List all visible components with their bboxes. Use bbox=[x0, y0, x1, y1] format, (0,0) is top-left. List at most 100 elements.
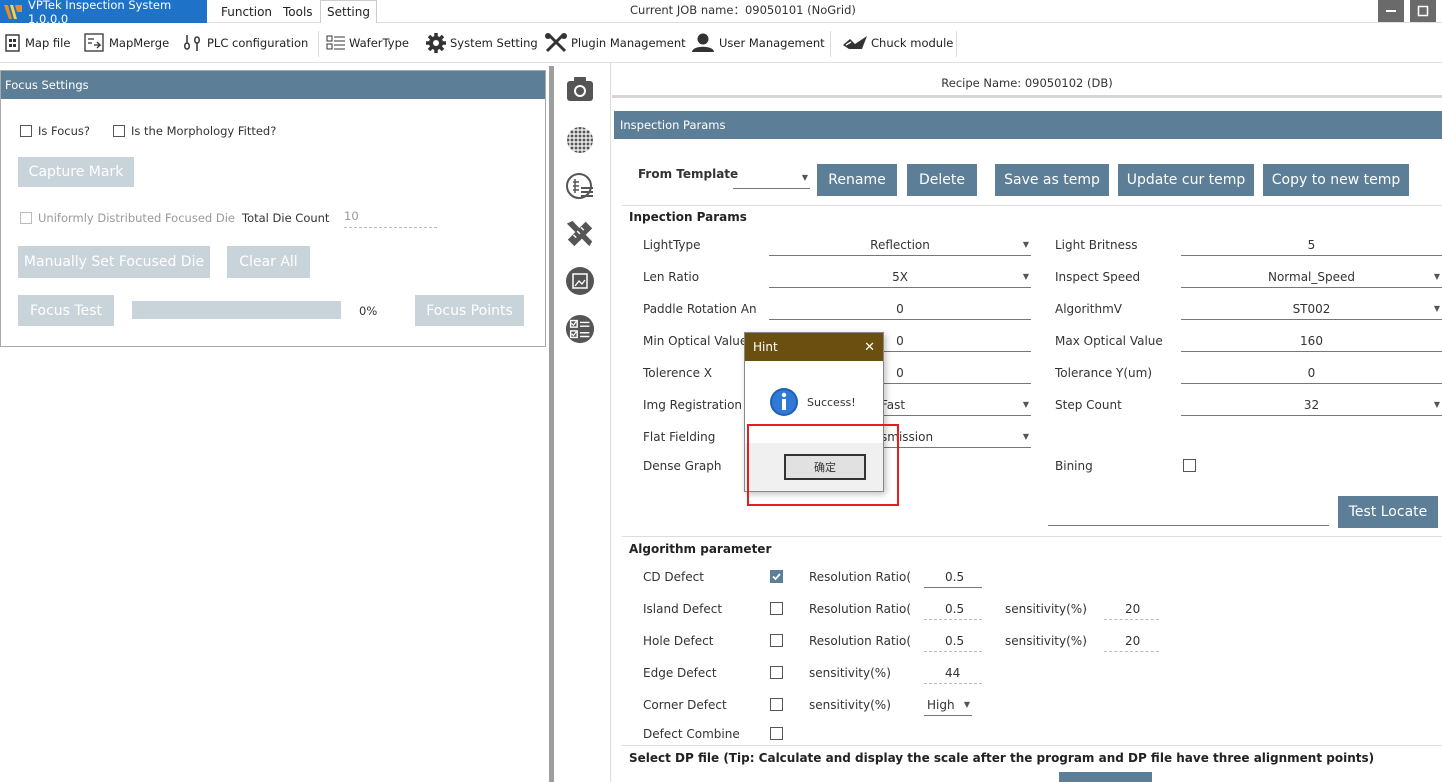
light-britness-input[interactable]: 5 bbox=[1181, 234, 1442, 256]
menu-setting[interactable]: Setting bbox=[320, 0, 377, 23]
morphology-checkbox-row[interactable]: Is the Morphology Fitted? bbox=[113, 124, 276, 138]
max-optical-input[interactable]: 160 bbox=[1181, 330, 1442, 352]
cd-resolution-label: Resolution Ratio( bbox=[809, 570, 912, 584]
rename-button[interactable]: Rename bbox=[817, 164, 897, 196]
test-locate-button[interactable]: Test Locate bbox=[1338, 496, 1438, 528]
step-count-value: 32 bbox=[1303, 397, 1320, 412]
hole-sensitivity-input[interactable]: 20 bbox=[1104, 630, 1159, 652]
maximize-button[interactable] bbox=[1410, 0, 1436, 22]
cd-resolution-input[interactable]: 0.5 bbox=[924, 566, 982, 588]
wafer-map-button[interactable] bbox=[565, 125, 595, 155]
tools-icon bbox=[545, 33, 567, 53]
wafertype-button[interactable]: WaferType bbox=[326, 23, 409, 63]
paddle-rotation-input[interactable]: 0 bbox=[769, 298, 1031, 320]
delete-button[interactable]: Delete bbox=[907, 164, 977, 196]
inpection-params-section-title: Inpection Params bbox=[629, 210, 747, 224]
corner-sensitivity-dropdown[interactable]: High ▼ bbox=[924, 694, 972, 716]
hole-sensitivity-label: sensitivity(%) bbox=[1005, 634, 1087, 648]
is-focus-checkbox[interactable] bbox=[20, 125, 32, 137]
total-die-input[interactable]: 10 bbox=[344, 209, 437, 228]
defect-combine-checkbox[interactable] bbox=[770, 727, 783, 740]
dp-file-button[interactable] bbox=[1059, 772, 1152, 782]
light-britness-label: Light Britness bbox=[1055, 238, 1138, 252]
inspect-speed-dropdown[interactable]: Normal_Speed ▼ bbox=[1181, 266, 1442, 288]
chuck-module-button[interactable]: Chuck module bbox=[842, 23, 953, 63]
hole-defect-checkbox[interactable] bbox=[770, 634, 783, 647]
manually-set-focused-die-button[interactable]: Manually Set Focused Die bbox=[18, 246, 210, 278]
focus-points-button[interactable]: Focus Points bbox=[415, 295, 524, 326]
island-sensitivity-input[interactable]: 20 bbox=[1104, 598, 1159, 620]
toolbar: Map file MapMerge PLC configuration Wafe… bbox=[0, 23, 1442, 63]
panel-splitter[interactable] bbox=[549, 66, 554, 782]
update-cur-temp-button[interactable]: Update cur temp bbox=[1118, 164, 1254, 196]
edge-sensitivity-input[interactable]: 44 bbox=[924, 662, 982, 684]
len-ratio-label: Len Ratio bbox=[643, 270, 700, 284]
checklist-button[interactable] bbox=[565, 314, 595, 344]
capture-mark-button[interactable]: Capture Mark bbox=[18, 157, 134, 187]
section-divider bbox=[622, 745, 1442, 746]
mapmerge-button[interactable]: MapMerge bbox=[84, 23, 169, 63]
user-management-button[interactable]: User Management bbox=[690, 23, 825, 63]
ruler-pencil-icon bbox=[566, 220, 593, 247]
hole-resolution-input[interactable]: 0.5 bbox=[924, 630, 982, 652]
plc-configuration-button[interactable]: PLC configuration bbox=[182, 23, 308, 63]
focus-test-button[interactable]: Focus Test bbox=[18, 295, 114, 326]
menu-tools[interactable]: Tools bbox=[283, 0, 313, 23]
len-ratio-value: 5X bbox=[892, 269, 908, 284]
edge-defect-checkbox[interactable] bbox=[770, 666, 783, 679]
image-frame-icon bbox=[566, 267, 594, 295]
test-locate-input[interactable] bbox=[1048, 504, 1329, 526]
minimize-icon bbox=[1386, 10, 1396, 12]
plugin-management-button[interactable]: Plugin Management bbox=[544, 23, 686, 63]
uniform-checkbox-row[interactable]: Uniformly Distributed Focused Die bbox=[20, 211, 235, 225]
corner-defect-checkbox[interactable] bbox=[770, 698, 783, 711]
tolerance-y-input[interactable]: 0 bbox=[1181, 362, 1442, 384]
camera-icon bbox=[567, 77, 593, 101]
user-icon bbox=[692, 33, 714, 52]
app-name: VPTek Inspection System 1.0.0.0 bbox=[28, 0, 172, 26]
menu-function[interactable]: Function bbox=[221, 0, 272, 23]
close-icon[interactable]: ✕ bbox=[864, 340, 875, 355]
focus-settings-header: Focus Settings bbox=[1, 71, 545, 99]
app-title-tab: VPTek Inspection System 1.0.0.0 bbox=[0, 0, 207, 26]
img-registration-value: Fast bbox=[881, 397, 906, 412]
measure-tools-button[interactable] bbox=[565, 218, 595, 248]
island-resolution-label: Resolution Ratio( bbox=[809, 602, 912, 616]
dropdown-arrow-icon: ▼ bbox=[1433, 272, 1440, 281]
light-type-dropdown[interactable]: Reflection ▼ bbox=[769, 234, 1031, 256]
total-die-label: Total Die Count bbox=[242, 211, 330, 225]
island-resolution-input[interactable]: 0.5 bbox=[924, 598, 982, 620]
morphology-checkbox[interactable] bbox=[113, 125, 125, 137]
camera-button[interactable] bbox=[565, 74, 595, 104]
paddle-rotation-label: Paddle Rotation An bbox=[643, 302, 757, 316]
is-focus-checkbox-row[interactable]: Is Focus? bbox=[20, 124, 90, 138]
step-count-dropdown[interactable]: 32 ▼ bbox=[1181, 394, 1442, 416]
map-file-button[interactable]: Map file bbox=[4, 23, 70, 63]
clear-all-button[interactable]: Clear All bbox=[227, 246, 310, 278]
checkmark-icon bbox=[772, 573, 781, 581]
wafer-list-button[interactable] bbox=[565, 172, 595, 202]
hint-dialog-titlebar: Hint ✕ bbox=[745, 333, 883, 361]
chuck-icon bbox=[843, 36, 867, 49]
uniform-checkbox[interactable] bbox=[20, 212, 32, 224]
job-name: Current JOB name：09050101 (NoGrid) bbox=[630, 3, 856, 17]
len-ratio-dropdown[interactable]: 5X ▼ bbox=[769, 266, 1031, 288]
corner-defect-label: Corner Defect bbox=[643, 698, 727, 712]
dropdown-arrow-icon: ▼ bbox=[1022, 400, 1029, 409]
template-dropdown[interactable]: ▼ bbox=[733, 167, 810, 189]
bining-checkbox[interactable] bbox=[1183, 459, 1196, 472]
flat-fielding-label: Flat Fielding bbox=[643, 430, 716, 444]
image-button[interactable] bbox=[565, 266, 595, 296]
minimize-button[interactable] bbox=[1378, 0, 1404, 22]
plc-icon bbox=[184, 35, 200, 51]
step-count-label: Step Count bbox=[1055, 398, 1122, 412]
corner-sensitivity-value: High bbox=[927, 697, 955, 712]
algorithm-v-dropdown[interactable]: ST002 ▼ bbox=[1181, 298, 1442, 320]
save-as-temp-button[interactable]: Save as temp bbox=[995, 164, 1109, 196]
algorithm-v-value: ST002 bbox=[1292, 301, 1331, 316]
uniform-label: Uniformly Distributed Focused Die bbox=[38, 211, 235, 225]
system-setting-button[interactable]: System Setting bbox=[425, 23, 538, 63]
cd-defect-checkbox[interactable] bbox=[770, 570, 783, 583]
island-defect-checkbox[interactable] bbox=[770, 602, 783, 615]
copy-to-new-temp-button[interactable]: Copy to new temp bbox=[1263, 164, 1409, 196]
